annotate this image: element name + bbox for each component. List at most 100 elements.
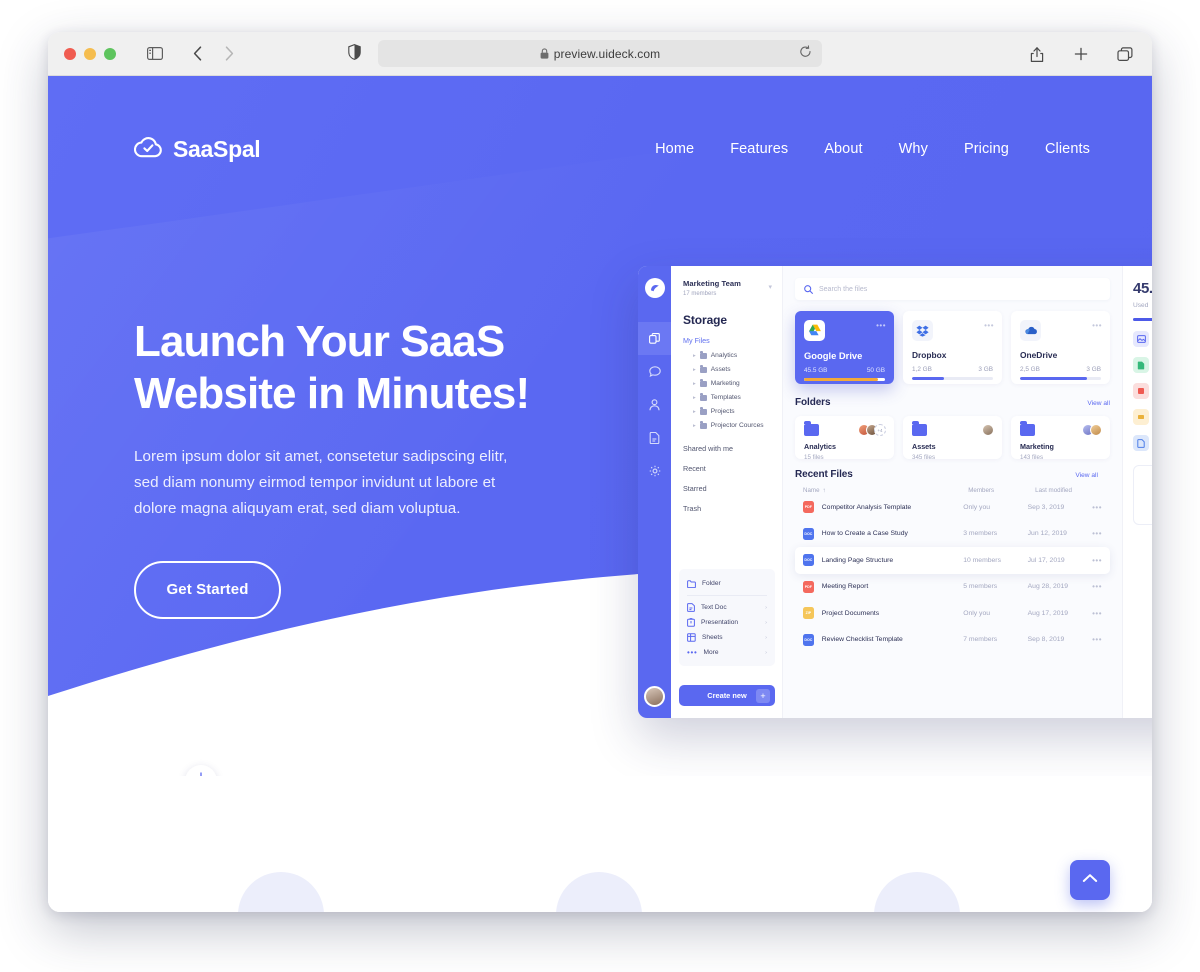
minimize-window-button[interactable]	[84, 47, 96, 60]
chevron-right-icon: ▸	[693, 352, 696, 359]
nav-item-pricing[interactable]: Pricing	[964, 141, 1009, 157]
row-options-icon[interactable]: •••	[1092, 582, 1102, 591]
card-options-icon[interactable]: •••	[984, 321, 994, 330]
tree-item-projects[interactable]: ▸ Projects	[693, 406, 782, 415]
folder-card-marketing[interactable]: Marketing 143 files	[1011, 416, 1110, 461]
folders-view-all-link[interactable]: View all	[1087, 400, 1110, 407]
my-files-link[interactable]: My Files	[683, 336, 782, 345]
close-window-button[interactable]	[64, 47, 76, 60]
storage-type-row[interactable]	[1133, 409, 1152, 425]
recent-files-view-all-link[interactable]: View all	[1075, 472, 1098, 479]
brand-logo[interactable]: SaaSpal	[133, 136, 261, 163]
sidebar-toggle-icon[interactable]	[142, 41, 168, 67]
storage-type-row[interactable]	[1133, 331, 1152, 347]
card-options-icon[interactable]: •••	[1092, 321, 1102, 330]
column-header-last-modified[interactable]: Last modified	[1035, 487, 1102, 494]
nav-item-features[interactable]: Features	[730, 141, 788, 157]
reload-icon[interactable]	[799, 45, 812, 64]
file-members: 3 members	[963, 530, 998, 538]
rail-item-settings[interactable]	[638, 454, 671, 487]
dropbox-icon	[912, 320, 933, 341]
table-row[interactable]: ZIP Project Documents Only you Aug 17, 2…	[795, 600, 1110, 627]
tab-overview-icon[interactable]	[1112, 41, 1138, 67]
tree-item-projector-cources[interactable]: ▸ Projector Cources	[693, 420, 782, 429]
create-menu-item-sheets[interactable]: Sheets ›	[679, 630, 775, 645]
row-options-icon[interactable]: •••	[1092, 609, 1102, 618]
rail-item-documents[interactable]	[638, 421, 671, 454]
rail-item-messages[interactable]	[638, 355, 671, 388]
sidebar-item-starred[interactable]: Starred	[683, 484, 782, 493]
column-header-members[interactable]: Members	[968, 487, 1035, 494]
create-new-button[interactable]: Create new +	[679, 685, 775, 706]
storage-card-google-drive[interactable]: ••• Google Drive 45.5 GB 50 GB	[795, 311, 894, 384]
row-options-icon[interactable]: •••	[1092, 556, 1102, 565]
storage-total: 3 GB	[978, 366, 993, 373]
sidebar-item-shared-with-me[interactable]: Shared with me	[683, 444, 782, 453]
rail-item-files[interactable]	[638, 322, 671, 355]
storage-card-onedrive[interactable]: ••• OneDrive 2,5 GB 3 GB	[1011, 311, 1110, 384]
address-bar[interactable]: preview.uideck.com	[378, 40, 822, 67]
nav-item-why[interactable]: Why	[899, 141, 928, 157]
mockup-main-content: Search the files ••• Google Drive 45.5 G…	[783, 266, 1122, 718]
folder-card-analytics[interactable]: +4 Analytics 15 files	[795, 416, 894, 461]
create-menu-item-presentation[interactable]: Presentation ›	[679, 615, 775, 630]
nav-item-home[interactable]: Home	[655, 141, 694, 157]
search-input[interactable]: Search the files	[795, 278, 1110, 300]
storage-usage-fill	[1133, 318, 1152, 321]
table-row[interactable]: DOC Landing Page Structure 10 members Ju…	[795, 547, 1110, 574]
folder-icon	[699, 392, 707, 401]
create-menu-item-text-doc[interactable]: Text Doc ›	[679, 600, 775, 615]
table-row[interactable]: DOC How to Create a Case Study 3 members…	[795, 521, 1110, 548]
chevron-up-icon	[1082, 871, 1098, 889]
share-icon[interactable]	[1024, 41, 1050, 67]
storage-type-row[interactable]	[1133, 383, 1152, 399]
row-options-icon[interactable]: •••	[1092, 635, 1102, 644]
nav-item-clients[interactable]: Clients	[1045, 141, 1090, 157]
page-viewport: SaaSpal Home Features About Why Pricing …	[48, 76, 1152, 912]
column-header-name[interactable]: Name ↑	[803, 487, 968, 494]
table-row[interactable]: DOC Review Checklist Template 7 members …	[795, 627, 1110, 654]
rail-item-contacts[interactable]	[638, 388, 671, 421]
file-members: 7 members	[963, 636, 998, 644]
storage-progress-bar	[1020, 377, 1101, 380]
team-switcher[interactable]: Marketing Team 17 members	[683, 266, 782, 297]
storage-used: 45.5 GB	[804, 367, 828, 374]
plus-icon[interactable]: +	[756, 688, 770, 703]
create-menu-item-folder[interactable]: Folder	[679, 576, 775, 591]
create-menu-item-more[interactable]: ••• More ›	[679, 645, 775, 660]
avatar[interactable]	[644, 686, 665, 707]
tree-item-marketing[interactable]: ▸ Marketing	[693, 378, 782, 387]
folder-card-assets[interactable]: Assets 345 files	[903, 416, 1002, 461]
scroll-to-top-button[interactable]	[1070, 860, 1110, 900]
main-navigation: Home Features About Why Pricing Clients	[655, 141, 1090, 157]
storage-type-row[interactable]	[1133, 357, 1152, 373]
nav-item-about[interactable]: About	[824, 141, 862, 157]
maximize-window-button[interactable]	[104, 47, 116, 60]
table-row[interactable]: PDF Competitor Analysis Template Only yo…	[795, 494, 1110, 521]
mockup-file-sidebar: Marketing Team 17 members ▾ Storage My F…	[671, 266, 783, 718]
tree-item-analytics[interactable]: ▸ Analytics	[693, 350, 782, 359]
storage-type-row[interactable]	[1133, 435, 1152, 451]
table-row[interactable]: PDF Meeting Report 5 members Aug 28, 201…	[795, 574, 1110, 601]
folder-file-count: 143 files	[1020, 454, 1044, 461]
row-options-icon[interactable]: •••	[1092, 503, 1102, 512]
card-options-icon[interactable]: •••	[876, 321, 886, 330]
sidebar-item-trash[interactable]: Trash	[683, 504, 782, 513]
shield-icon[interactable]	[348, 44, 361, 65]
tree-item-templates[interactable]: ▸ Templates	[693, 392, 782, 401]
file-modified: Jun 12, 2019	[1027, 530, 1067, 538]
back-button[interactable]	[184, 41, 210, 67]
forward-button[interactable]	[216, 41, 242, 67]
decorative-circle	[556, 872, 642, 912]
folder-icon	[699, 364, 707, 373]
row-options-icon[interactable]: •••	[1092, 529, 1102, 538]
tree-item-assets[interactable]: ▸ Assets	[693, 364, 782, 373]
chevron-down-icon[interactable]: ▾	[768, 283, 772, 291]
get-started-button[interactable]: Get Started	[134, 560, 281, 619]
decorative-circle	[874, 872, 960, 912]
sidebar-item-recent[interactable]: Recent	[683, 464, 782, 473]
hero-title-line-1: Launch Your SaaS	[134, 317, 505, 366]
next-section	[48, 776, 1152, 912]
storage-card-dropbox[interactable]: ••• Dropbox 1,2 GB 3 GB	[903, 311, 1002, 384]
new-tab-icon[interactable]	[1068, 41, 1094, 67]
